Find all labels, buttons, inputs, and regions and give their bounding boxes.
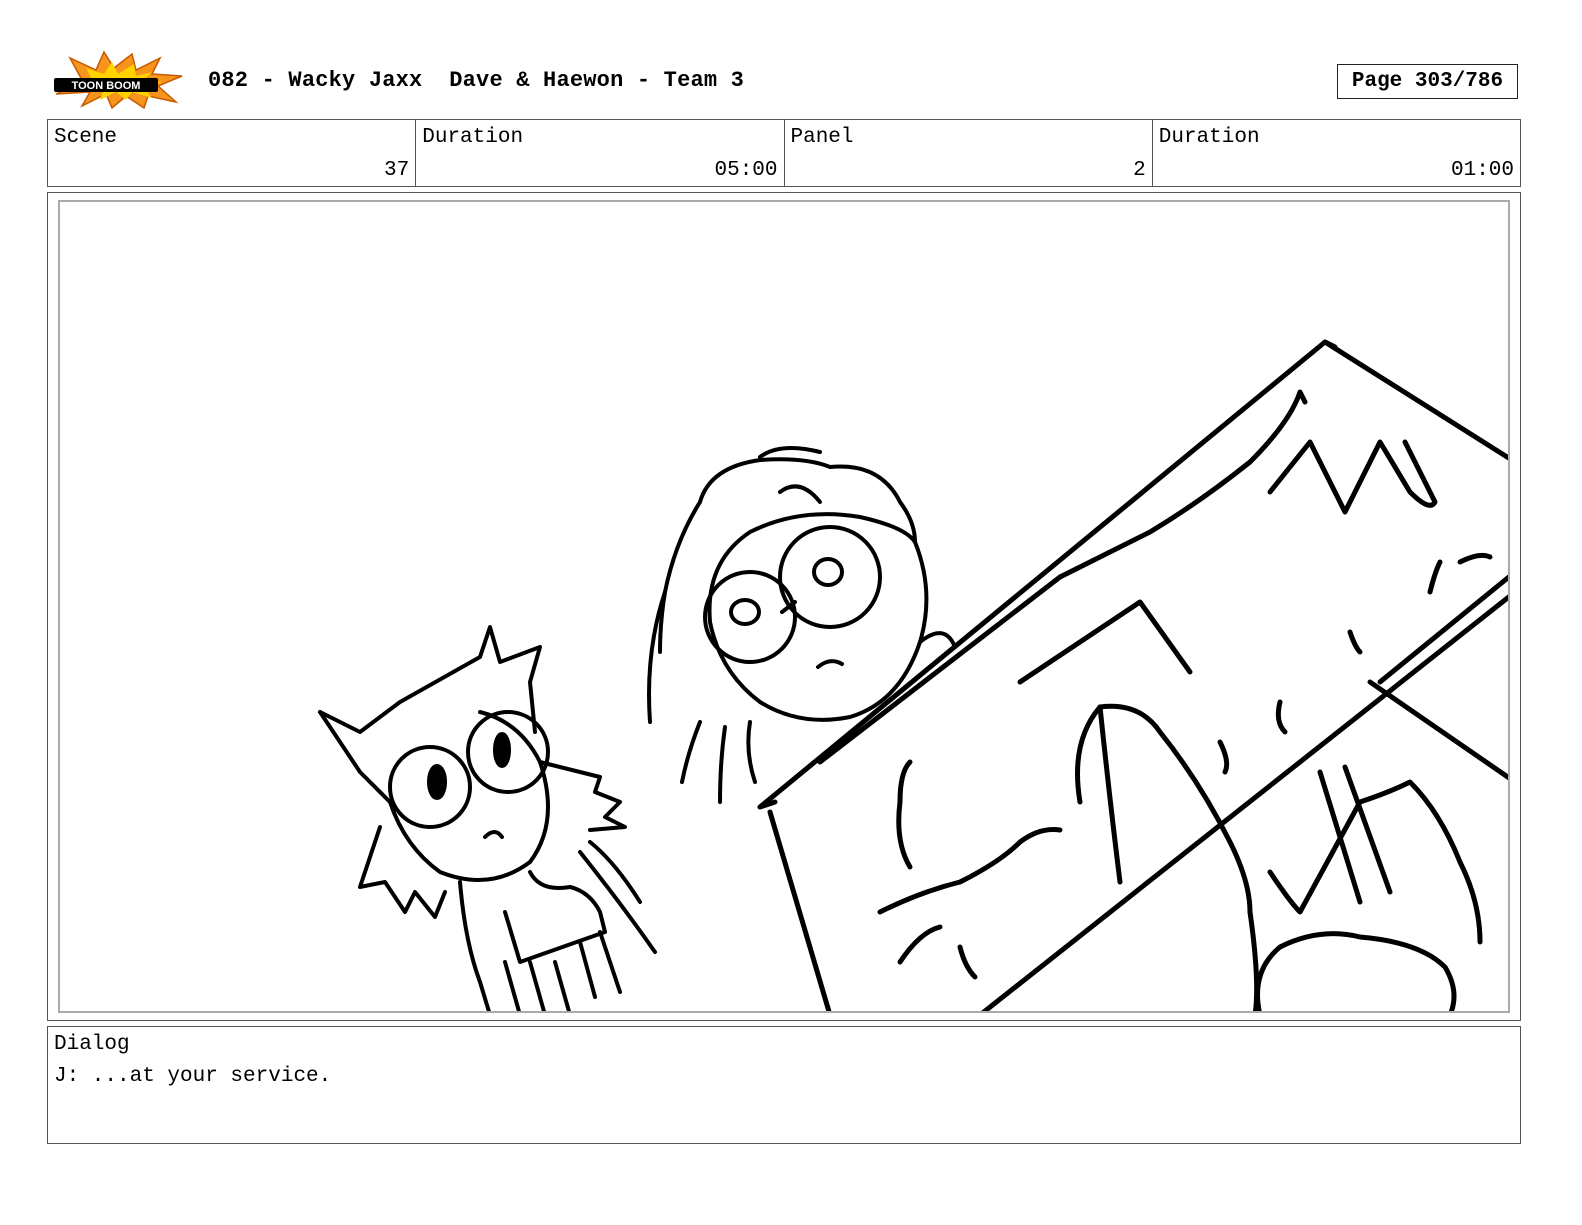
book-sketch (757, 339, 1508, 1011)
sketch-drawing (318, 339, 1508, 1011)
storyboard-panel (47, 192, 1521, 1021)
panel-value: 2 (1133, 159, 1146, 182)
dialog-text: J: ...at your service. (54, 1065, 332, 1088)
scene-duration-value: 05:00 (714, 159, 778, 182)
scene-duration-label: Duration (422, 126, 524, 149)
storyboard-title: 082 - Wacky Jaxx Dave & Haewon - Team 3 (208, 68, 745, 93)
dialog-box: Dialog J: ...at your service. (47, 1026, 1521, 1144)
panel-duration-label: Duration (1158, 126, 1260, 149)
scene-cell: Scene 37 (48, 120, 417, 186)
scene-duration-cell: Duration 05:00 (416, 120, 785, 186)
panel-duration-cell: Duration 01:00 (1153, 120, 1520, 186)
panel-label: Panel (790, 126, 854, 149)
character-left-sketch (318, 625, 657, 1011)
page-indicator: Page 303/786 (1337, 64, 1518, 99)
panel-duration-value: 01:00 (1450, 159, 1514, 182)
toon-boom-logo: TOON BOOM (52, 50, 188, 110)
panel-cell: Panel 2 (785, 120, 1153, 186)
panel-info-row: Scene 37 Duration 05:00 Panel 2 Duration… (47, 119, 1521, 187)
scene-label: Scene (54, 126, 118, 149)
dialog-label: Dialog (54, 1033, 130, 1056)
logo-text: TOON BOOM (72, 80, 141, 92)
panel-frame (58, 200, 1510, 1013)
character-middle-sketch (647, 446, 957, 804)
scene-value: 37 (384, 159, 410, 182)
